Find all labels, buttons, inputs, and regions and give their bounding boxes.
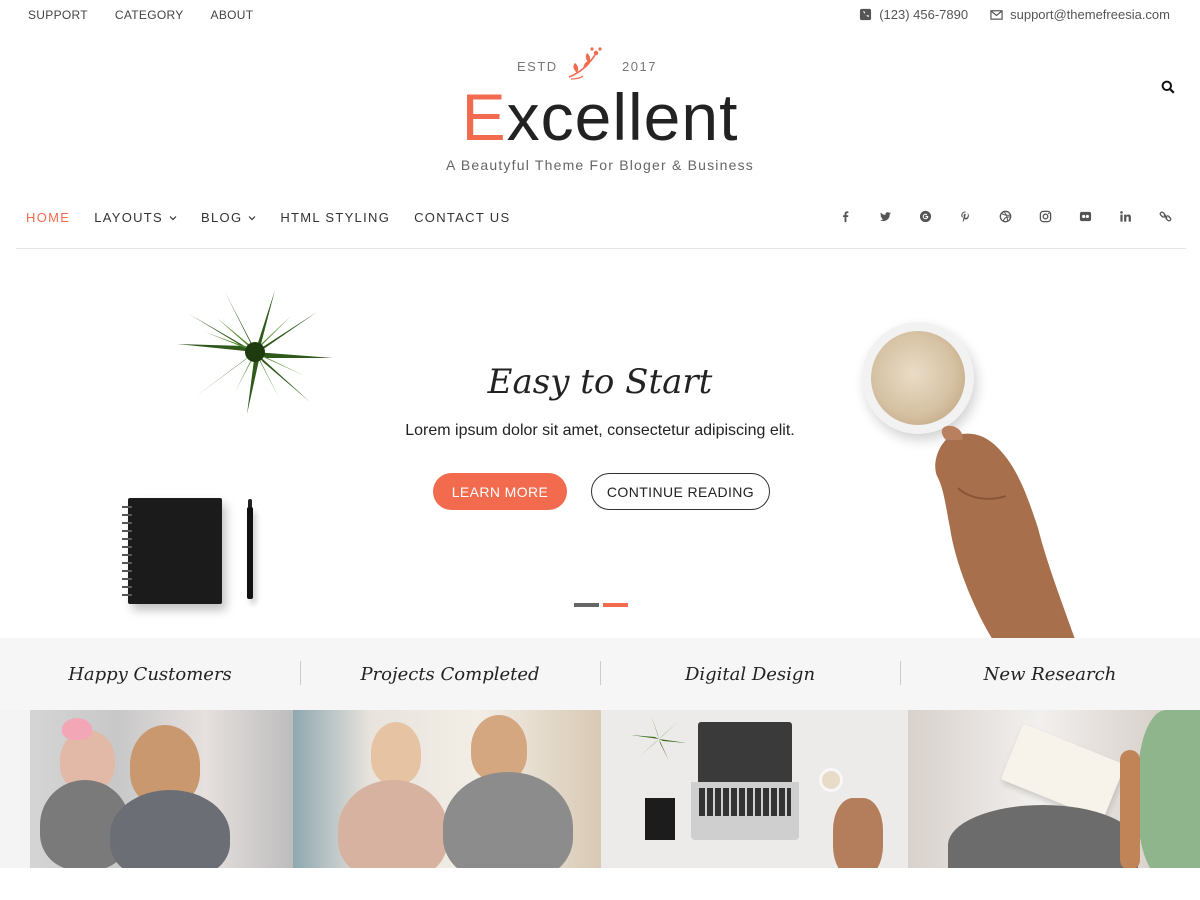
site-tagline: A Beautyful Theme For Bloger & Business	[445, 157, 754, 173]
link-icon[interactable]	[1158, 209, 1172, 223]
top-link-about[interactable]: ABOUT	[211, 8, 254, 22]
flickr-icon[interactable]	[1078, 209, 1092, 223]
pen-image	[247, 499, 253, 599]
google-plus-icon[interactable]	[918, 209, 932, 223]
facebook-icon[interactable]	[838, 209, 852, 223]
search-icon[interactable]	[1161, 80, 1175, 94]
feature-new-research[interactable]: New Research	[900, 638, 1200, 710]
feature-projects-completed[interactable]: Projects Completed	[300, 638, 600, 710]
linkedin-icon[interactable]	[1118, 209, 1132, 223]
leaf-ornament-icon	[568, 47, 602, 80]
nav-item-label: CONTACT US	[414, 210, 511, 225]
twitter-icon[interactable]	[878, 209, 892, 223]
main-navigation: HOME LAYOUTS BLOG HTML STYLING CONTACT U…	[16, 200, 1186, 249]
social-links	[838, 209, 1172, 223]
email-address[interactable]: support@themefreesia.com	[1010, 7, 1170, 22]
nav-item-label: LAYOUTS	[94, 210, 164, 225]
digital-design-image[interactable]	[601, 710, 908, 868]
nav-item-label: BLOG	[201, 210, 243, 225]
happy-customers-image[interactable]	[0, 710, 293, 868]
learn-more-button[interactable]: LEARN MORE	[433, 473, 567, 510]
feature-digital-design[interactable]: Digital Design	[600, 638, 900, 710]
nav-item-label: HTML STYLING	[280, 210, 391, 225]
nav-item-contact-us[interactable]: CONTACT US	[414, 210, 510, 225]
feature-happy-customers[interactable]: Happy Customers	[0, 638, 300, 710]
contact-info: (123) 456-7890 support@themefreesia.com	[859, 7, 1170, 22]
chevron-down-icon	[169, 215, 177, 220]
nav-item-home[interactable]: HOME	[26, 210, 70, 225]
phone-icon	[860, 8, 872, 21]
slide-dot-1[interactable]	[574, 603, 599, 607]
nav-item-blog[interactable]: BLOG	[201, 210, 256, 225]
projects-completed-image[interactable]	[293, 710, 601, 868]
hand-image	[935, 425, 1075, 638]
dribbble-icon[interactable]	[998, 209, 1012, 223]
site-logo[interactable]: Excellent	[0, 84, 1200, 150]
slide-dot-2[interactable]	[603, 603, 628, 607]
envelope-icon	[990, 10, 1003, 20]
top-bar: SUPPORT CATEGORY ABOUT (123) 456-7890 su…	[0, 0, 1200, 30]
nav-item-label: HOME	[26, 210, 71, 225]
logo-rest: xcellent	[506, 80, 739, 154]
estd-year: 2017	[622, 59, 657, 74]
slider-pagination	[574, 603, 628, 607]
nav-item-html-styling[interactable]: HTML STYLING	[280, 210, 390, 225]
pinterest-icon[interactable]	[958, 209, 972, 223]
top-link-support[interactable]: SUPPORT	[28, 8, 88, 22]
features-bar: Happy Customers Projects Completed Digit…	[0, 638, 1200, 710]
estd-label: ESTD	[517, 59, 558, 74]
continue-reading-button[interactable]: CONTINUE READING	[591, 473, 770, 510]
top-link-category[interactable]: CATEGORY	[115, 8, 184, 22]
nav-menu: HOME LAYOUTS BLOG HTML STYLING CONTACT U…	[26, 210, 510, 225]
instagram-icon[interactable]	[1038, 209, 1052, 223]
hero-slider: Easy to Start Lorem ipsum dolor sit amet…	[0, 250, 1200, 638]
new-research-image[interactable]	[908, 710, 1200, 868]
phone-number[interactable]: (123) 456-7890	[879, 7, 968, 22]
top-links: SUPPORT CATEGORY ABOUT	[28, 8, 253, 22]
logo-first-letter: E	[461, 80, 507, 154]
chevron-down-icon	[248, 215, 256, 220]
feature-images	[0, 710, 1200, 868]
notebook-image	[122, 498, 222, 604]
nav-item-layouts[interactable]: LAYOUTS	[94, 210, 177, 225]
hero-subtitle: Lorem ipsum dolor sit amet, consectetur …	[405, 422, 795, 439]
hero-title: Easy to Start	[487, 362, 713, 402]
